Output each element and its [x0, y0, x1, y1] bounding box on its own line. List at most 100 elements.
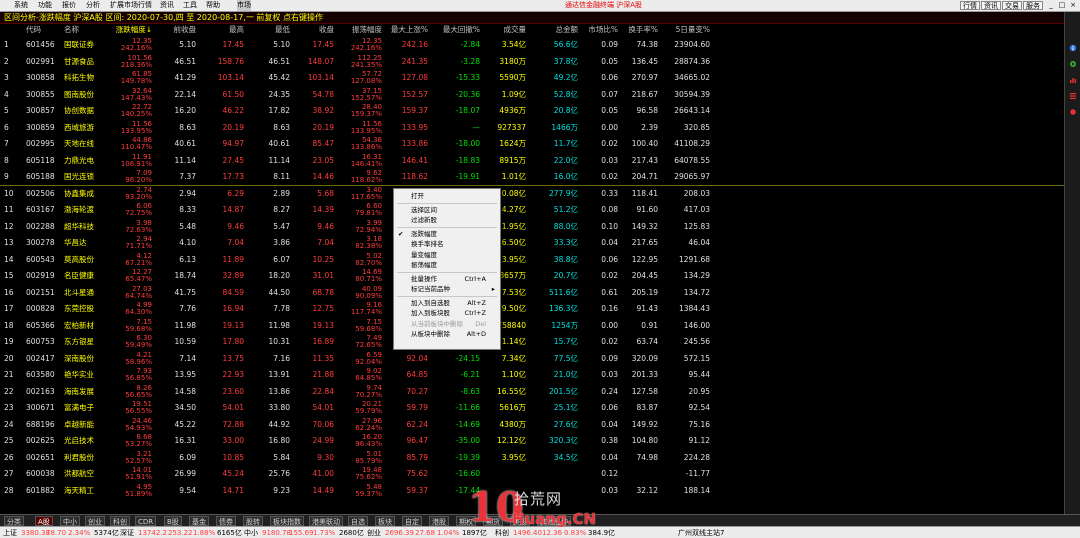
context-menu-item[interactable]: 标记当前品种 ▸	[394, 284, 500, 294]
column-header-max-dd[interactable]: 最大回撤%	[436, 24, 480, 36]
info-icon[interactable]	[1069, 44, 1077, 52]
column-header-close[interactable]: 收盘	[296, 24, 334, 36]
column-header-v5[interactable]: 5日量变%	[666, 24, 710, 36]
table-row[interactable]: 11 603167 渤海轮渡 6.06 72.75% 8.33 14.87 8.27 14.39…	[0, 202, 1064, 219]
bottom-tab[interactable]: 港美联动	[309, 516, 343, 526]
table-row[interactable]: 18 605366 宏柏新材 7.15 59.68% 11.98 19.13 11.98 19.…	[0, 318, 1064, 335]
close-icon[interactable]: ×	[1068, 0, 1078, 11]
menu-market[interactable]: 市场	[237, 0, 251, 11]
table-row[interactable]: 20 002417 深南股份 4.21 58.96% 7.14 13.75 7.16 11.35…	[0, 351, 1064, 368]
context-menu-item[interactable]: 换手率排名	[394, 239, 500, 249]
bottom-tab[interactable]: A股	[35, 516, 53, 526]
table-row[interactable]: 4 300855 图南股份 32.64 147.43% 22.14 61.50 24.35 54…	[0, 87, 1064, 104]
menu-tools[interactable]: 工具	[183, 0, 197, 11]
table-row[interactable]: 21 603580 艳华实业 7.93 56.85% 13.95 22.93 13.91 21.…	[0, 367, 1064, 384]
column-header-code[interactable]: 代码	[26, 24, 56, 36]
column-header-high[interactable]: 最高	[204, 24, 244, 36]
bottom-tab[interactable]: 自选	[348, 516, 368, 526]
context-menu-item[interactable]: 振荡幅度	[394, 260, 500, 270]
bottom-tab[interactable]: 分类	[4, 516, 24, 526]
menu-help[interactable]: 帮助	[206, 0, 220, 11]
bottom-tab[interactable]: 股转	[243, 516, 263, 526]
server-name[interactable]: 广州双线主站7	[678, 527, 724, 538]
table-row[interactable]: 14 600543 莫高股份 4.12 67.21% 6.13 11.89 6.07 10.25…	[0, 252, 1064, 269]
column-header-turn[interactable]: 换手率%	[624, 24, 658, 36]
context-menu-item[interactable]: 加入到板块股 Ctrl+Z	[394, 308, 500, 318]
maximize-icon[interactable]: □	[1057, 0, 1067, 11]
context-menu-item[interactable]: 过滤新股	[394, 215, 500, 225]
context-menu-item[interactable]: 选择区间	[394, 205, 500, 215]
column-header-chg[interactable]: 涨跌幅度↓	[110, 24, 152, 36]
table-row[interactable]: 25 002625 光启技术 8.68 53.27% 16.31 33.00 16.80 24.…	[0, 433, 1064, 450]
bottom-tab[interactable]: B股	[164, 516, 182, 526]
context-menu-item[interactable]: 打开	[394, 191, 500, 201]
list-icon[interactable]	[1069, 92, 1077, 100]
table-row[interactable]: 5 300857 协创数据 22.72 140.25% 16.20 46.22 17.82 38…	[0, 103, 1064, 120]
quote-button[interactable]: 行情	[960, 1, 980, 10]
table-row[interactable]: 17 000828 东莞控股 4.99 64.30% 7.76 16.94 7.78 12.75…	[0, 301, 1064, 318]
chart-icon[interactable]	[1069, 76, 1077, 84]
cell-vol	[488, 467, 526, 481]
menu-analysis[interactable]: 分析	[86, 0, 100, 11]
column-header-vol[interactable]: 成交量	[488, 24, 527, 36]
column-header-max-up[interactable]: 最大上涨%	[386, 24, 428, 36]
context-menu-label: 涨跌幅度	[411, 229, 437, 238]
bottom-tab[interactable]: 板块	[375, 516, 395, 526]
info-button[interactable]: 资讯	[981, 1, 1001, 10]
menu-quote[interactable]: 报价	[62, 0, 76, 11]
table-row[interactable]: 6 300859 西域旅游 11.56 133.95% 8.63 20.19 8.63 20.1…	[0, 120, 1064, 137]
column-header-amount[interactable]: 总金额	[534, 24, 579, 36]
column-header-prev[interactable]: 前收盘	[158, 24, 197, 36]
cy-label[interactable]: 创业	[367, 527, 381, 538]
context-menu-item[interactable]: 从板块中删除 Alt+D	[394, 329, 500, 339]
table-row[interactable]: 15 002919 名臣健康 12.27 65.47% 18.74 32.89 18.20 31…	[0, 268, 1064, 285]
bottom-tab[interactable]: 港股	[429, 516, 449, 526]
table-row[interactable]: 2 002991 甘源食品 101.56 218.36% 46.51 158.76 46.51…	[0, 54, 1064, 71]
table-row[interactable]: 19 600753 东方银星 6.30 59.49% 10.59 17.80 10.31 16.…	[0, 334, 1064, 351]
zx-label[interactable]: 中小	[244, 527, 258, 538]
context-menu-item[interactable]: 量变幅度	[394, 250, 500, 260]
menu-news[interactable]: 资讯	[160, 0, 174, 11]
table-row[interactable]: 10 002506 协鑫集成 2.74 93.20% 2.94 6.29 2.89 5.68 3.…	[0, 186, 1064, 203]
service-button[interactable]: 服务	[1023, 1, 1043, 10]
sh-label[interactable]: 上证	[3, 527, 17, 538]
cell-code: 605366	[26, 320, 55, 330]
menu-system[interactable]: 系统	[14, 0, 28, 11]
column-header-amp[interactable]: 振荡幅度	[338, 24, 382, 36]
trade-button[interactable]: 交易	[1002, 1, 1022, 10]
table-row[interactable]: 26 002651 利君股份 3.21 52.57% 6.09 10.85 5.84 9.30 5…	[0, 450, 1064, 467]
table-row[interactable]: 9 605188 国光连锁 7.09 96.20% 7.37 17.73 8.11 14.46 9…	[0, 169, 1064, 186]
table-row[interactable]: 27 600038 洪都航空 14.01 51.91% 26.99 45.24 25.76 41…	[0, 466, 1064, 483]
table-row[interactable]: 16 002151 北斗星通 27.03 64.74% 41.75 84.59 44.50 68…	[0, 285, 1064, 302]
bottom-tab[interactable]: 自定	[402, 516, 422, 526]
table-row[interactable]: 12 002288 超华科技 3.98 72.63% 5.48 9.46 5.47 9.46 3.…	[0, 219, 1064, 236]
bottom-tab[interactable]: 板块指数	[270, 516, 304, 526]
gear-icon[interactable]	[1069, 60, 1077, 68]
menu-function[interactable]: 功能	[38, 0, 52, 11]
bottom-tab[interactable]: CDR	[135, 516, 157, 526]
menu-extended-market[interactable]: 扩展市场行情	[110, 0, 152, 11]
table-row[interactable]: 13 300278 华昌达 2.94 71.71% 4.10 7.04 3.86 7.04 3.1…	[0, 235, 1064, 252]
table-row[interactable]: 22 002163 海南发展 8.26 56.65% 14.58 23.60 13.86 22.…	[0, 384, 1064, 401]
bottom-tab[interactable]: 中小	[60, 516, 80, 526]
table-row[interactable]: 7 002995 天地在线 44.86 110.47% 40.61 94.97 40.61 85…	[0, 136, 1064, 153]
sz-label[interactable]: 深证	[120, 527, 134, 538]
context-menu-item[interactable]: 批量操作 Ctrl+A	[394, 274, 500, 284]
dot-icon[interactable]	[1069, 108, 1077, 116]
table-row[interactable]: 3 300858 科拓生物 61.85 149.78% 41.29 103.14 45.42 1…	[0, 70, 1064, 87]
bottom-tab[interactable]: 基金	[189, 516, 209, 526]
column-header-name[interactable]: 名称	[64, 24, 108, 36]
minimize-icon[interactable]: _	[1046, 0, 1056, 11]
table-row[interactable]: 1 601456 国联证券 12.35 242.16% 5.10 17.45 5.10 17.4…	[0, 37, 1064, 54]
table-row[interactable]: 8 605118 力鼎光电 11.91 106.91% 11.14 27.45 11.14 23…	[0, 153, 1064, 170]
column-header-mkt[interactable]: 市场比%	[584, 24, 618, 36]
bottom-tab[interactable]: 创业	[85, 516, 105, 526]
bottom-tab[interactable]: 债券	[216, 516, 236, 526]
table-row[interactable]: 23 300671 富满电子 19.51 56.55% 34.50 54.01 33.80 54…	[0, 400, 1064, 417]
period-label[interactable]: 区间: 2020-07-30,四 至 2020-08-17,一	[105, 13, 253, 22]
column-header-low[interactable]: 最低	[250, 24, 290, 36]
context-menu-item[interactable]: 加入到自选股 Alt+Z	[394, 298, 500, 308]
bottom-tab[interactable]: 科创	[110, 516, 130, 526]
context-menu-item[interactable]: ✔ 涨跌幅度	[394, 229, 500, 239]
table-row[interactable]: 24 688196 卓越新能 24.46 54.93% 45.22 72.88 44.92 70…	[0, 417, 1064, 434]
